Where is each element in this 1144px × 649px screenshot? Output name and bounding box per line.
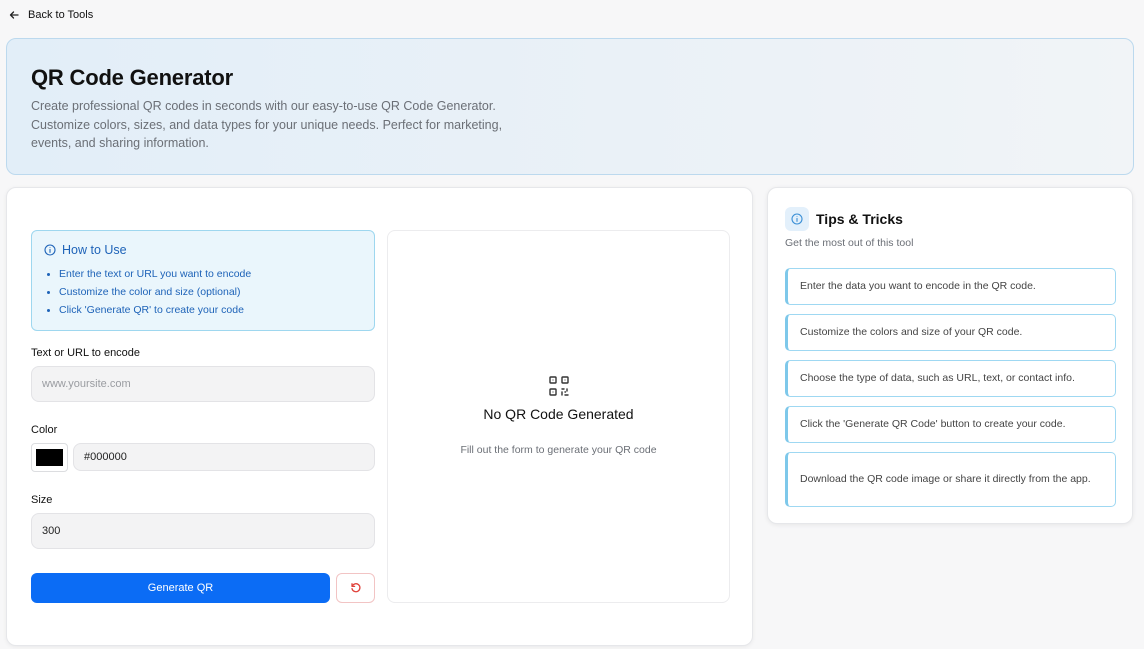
how-to-use-title: How to Use: [62, 243, 127, 257]
generate-qr-button[interactable]: Generate QR: [31, 573, 330, 603]
tip-item: Customize the colors and size of your QR…: [785, 314, 1116, 351]
tips-icon-badge: [785, 207, 809, 231]
text-input-label: Text or URL to encode: [31, 347, 141, 359]
preview-empty-title: No QR Code Generated: [483, 406, 634, 422]
color-label: Color: [31, 424, 58, 436]
how-to-steps: Enter the text or URL you want to encode…: [44, 265, 362, 319]
arrow-left-icon: [9, 11, 19, 19]
how-to-use-panel: How to Use Enter the text or URL you wan…: [31, 230, 375, 331]
size-input[interactable]: 300: [31, 513, 375, 549]
generator-card: How to Use Enter the text or URL you wan…: [6, 187, 753, 646]
tips-card: Tips & Tricks Get the most out of this t…: [767, 187, 1133, 524]
color-hex-input[interactable]: #000000: [73, 443, 375, 471]
tips-title: Tips & Tricks: [816, 211, 903, 227]
hero-banner: QR Code Generator Create professional QR…: [6, 38, 1134, 175]
reset-icon: [350, 583, 361, 593]
back-to-tools-link[interactable]: Back to Tools: [8, 6, 93, 24]
qr-preview-panel: No QR Code Generated Fill out the form t…: [387, 230, 730, 603]
tip-item: Enter the data you want to encode in the…: [785, 268, 1116, 305]
how-to-step: Customize the color and size (optional): [44, 283, 362, 301]
page-description: Create professional QR codes in seconds …: [31, 99, 503, 150]
tip-item: Choose the type of data, such as URL, te…: [785, 360, 1116, 397]
how-to-step: Enter the text or URL you want to encode: [44, 265, 362, 283]
how-to-use-heading: How to Use: [44, 243, 362, 257]
back-link-label: Back to Tools: [28, 9, 94, 21]
tips-subtitle: Get the most out of this tool: [785, 237, 914, 249]
how-to-step: Click 'Generate QR' to create your code: [44, 301, 362, 319]
page-title: QR Code Generator: [31, 65, 233, 90]
size-label: Size: [31, 494, 53, 506]
color-picker[interactable]: [31, 443, 68, 472]
reset-button[interactable]: [336, 573, 375, 603]
qr-code-icon: [549, 376, 569, 396]
info-icon: [791, 213, 803, 225]
text-url-input[interactable]: www.yoursite.com: [31, 366, 375, 402]
tips-header: Tips & Tricks: [785, 207, 903, 231]
tip-item: Click the 'Generate QR Code' button to c…: [785, 406, 1116, 443]
preview-empty-subtitle: Fill out the form to generate your QR co…: [460, 444, 657, 456]
info-icon: [44, 244, 56, 256]
color-swatch: [36, 449, 63, 466]
tip-item: Download the QR code image or share it d…: [785, 452, 1116, 507]
